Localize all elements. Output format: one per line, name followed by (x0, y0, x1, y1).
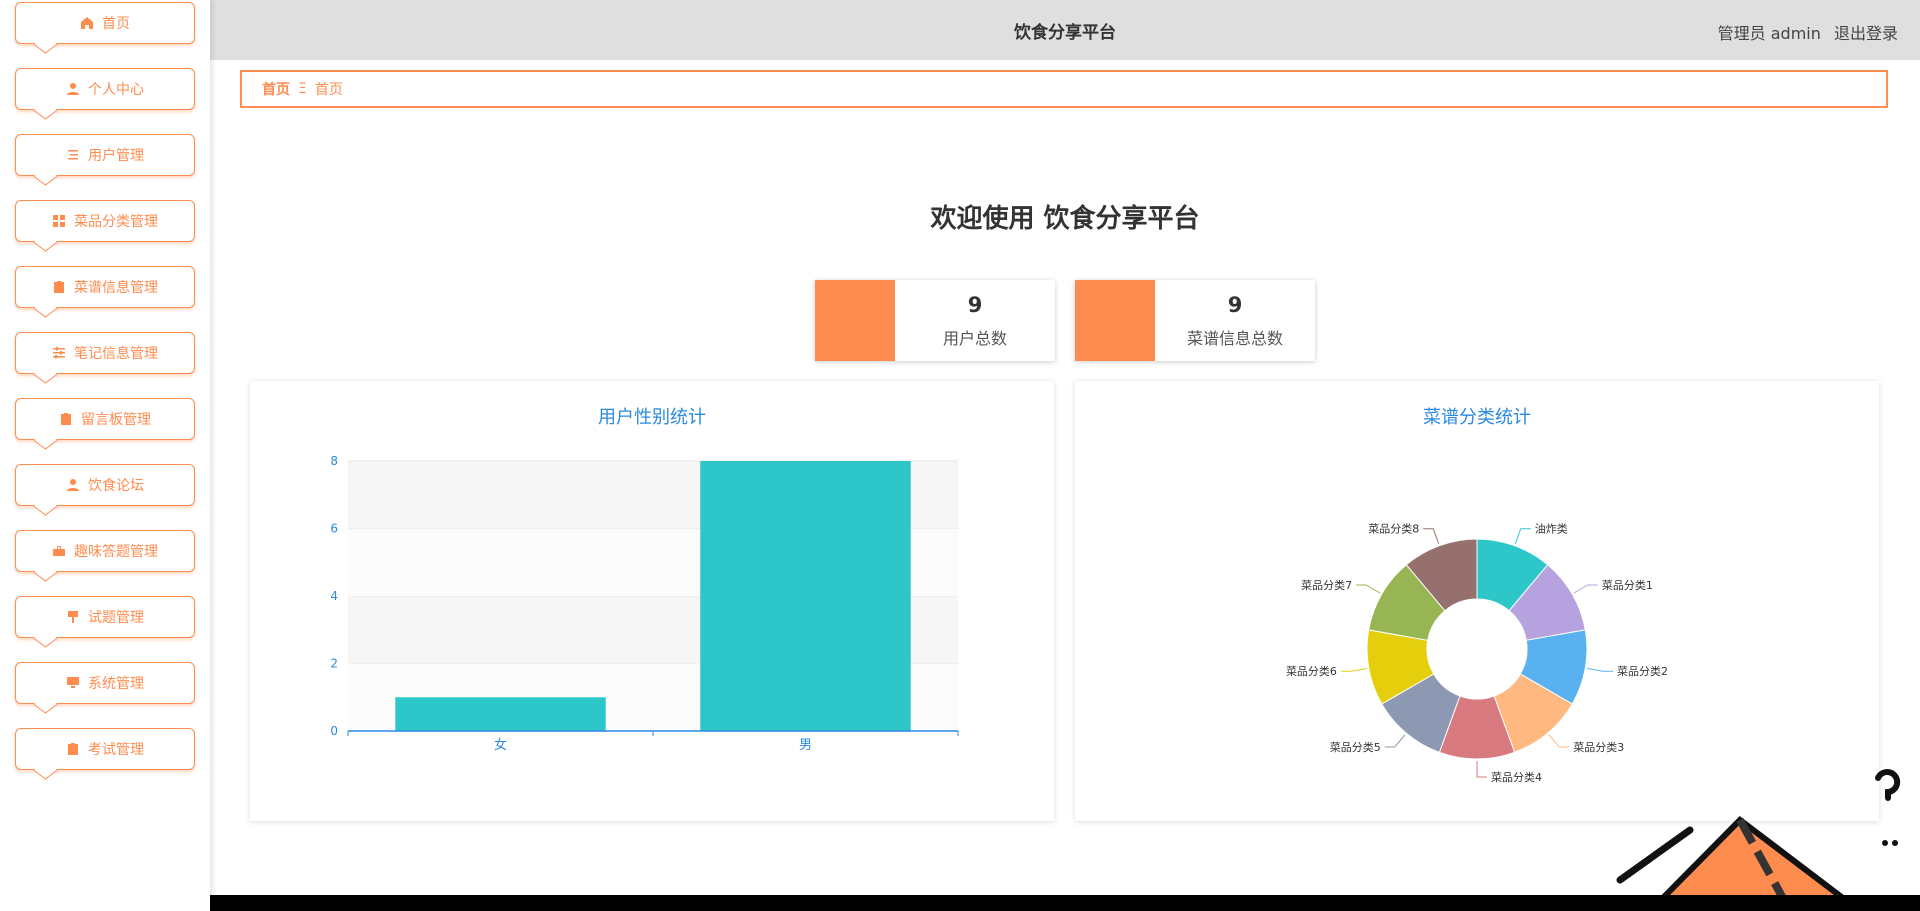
clipboard-check-icon (52, 280, 66, 294)
sidebar-item-label: 个人中心 (88, 82, 144, 98)
list-icon (66, 148, 80, 162)
y-tick-label: 4 (330, 589, 338, 603)
stat-swatch (815, 280, 895, 361)
breadcrumb: 首页 Ξ 首页 (240, 70, 1888, 108)
category-chart-panel: 菜谱分类统计 油炸类 菜品分类1 菜品分类2 菜品分类3 菜品分类4 菜品分类5 菜品分类6… (1075, 381, 1879, 821)
sidebar-item-9[interactable]: 趣味答题管理 (15, 530, 195, 572)
bar-1 (700, 461, 911, 731)
logout-button[interactable]: 退出登录 (1834, 24, 1898, 43)
slice-label: 菜品分类6 (1286, 664, 1337, 678)
stat-card-users: 9 用户总数 (815, 280, 1055, 361)
clipboard-x-icon (66, 742, 80, 756)
stat-card-recipes: 9 菜谱信息总数 (1075, 280, 1315, 361)
user-icon (66, 478, 80, 492)
sidebar-item-label: 首页 (102, 16, 130, 32)
stat-label: 菜谱信息总数 (1186, 328, 1283, 348)
sidebar-item-11[interactable]: 系统管理 (15, 662, 195, 704)
y-tick-label: 8 (330, 454, 338, 468)
label-line (1548, 734, 1570, 748)
bar-0 (395, 697, 606, 731)
top-header: 饮食分享平台 管理员 admin 退出登录 (210, 0, 1920, 60)
clipboard-icon (59, 412, 73, 426)
breadcrumb-separator: Ξ (298, 81, 307, 97)
sidebar-item-label: 饮食论坛 (88, 478, 144, 494)
sidebar-item-label: 考试管理 (88, 742, 144, 758)
sidebar-item-label: 菜谱信息管理 (74, 280, 158, 296)
app-title: 饮食分享平台 (1014, 22, 1116, 43)
y-tick-label: 6 (330, 522, 338, 536)
stat-label: 用户总数 (942, 328, 1007, 348)
sidebar-item-8[interactable]: 饮食论坛 (15, 464, 195, 506)
slice-label: 菜品分类5 (1330, 740, 1381, 754)
sidebar-item-2[interactable]: 个人中心 (15, 68, 195, 110)
slice-label: 菜品分类2 (1617, 664, 1668, 678)
sidebar-item-label: 试题管理 (88, 610, 144, 626)
sidebar-item-1[interactable]: 首页 (15, 2, 195, 44)
sidebar-item-4[interactable]: 菜品分类管理 (15, 200, 195, 242)
gender-chart-panel: 用户性别统计 02468女男 (250, 381, 1054, 821)
brush-icon (66, 610, 80, 624)
stat-value: 9 (1227, 292, 1243, 317)
sidebar-item-label: 菜品分类管理 (74, 214, 158, 230)
sidebar-item-6[interactable]: 笔记信息管理 (15, 332, 195, 374)
monitor-icon (66, 676, 80, 690)
sidebar-item-3[interactable]: 用户管理 (15, 134, 195, 176)
breadcrumb-current: 首页 (314, 82, 343, 98)
slice-label: 菜品分类8 (1368, 522, 1419, 536)
slice-label: 菜品分类3 (1573, 740, 1624, 754)
sidebar-item-7[interactable]: 留言板管理 (15, 398, 195, 440)
category-pie-chart: 油炸类菜品分类1 菜品分类2 菜品分类3 菜品分类4 菜品分类5 菜品分类6 菜品分类7 菜品… (1286, 522, 1668, 784)
y-tick-label: 0 (330, 724, 338, 738)
home-icon (80, 16, 94, 30)
user-area: 管理员 admin 退出登录 (1710, 20, 1898, 44)
bottom-bar (210, 895, 1920, 911)
sidebar: 首页个人中心用户管理菜品分类管理 菜谱信息管理 笔记信息管理 留言板管理饮食论坛趣味答… (0, 0, 210, 911)
label-line (1340, 667, 1367, 672)
slice-label: 油炸类 (1535, 522, 1568, 536)
decorative-illustration (1616, 769, 1901, 911)
slice-label: 菜品分类7 (1301, 578, 1352, 592)
slice-label: 菜品分类1 (1602, 578, 1653, 592)
x-tick-label: 女 (494, 737, 507, 753)
stat-value: 9 (967, 292, 983, 317)
grid-icon (52, 214, 66, 228)
sidebar-item-12[interactable]: 考试管理 (15, 728, 195, 770)
stat-swatch (1075, 280, 1155, 361)
slice-label: 菜品分类4 (1491, 770, 1542, 784)
label-line (1423, 528, 1440, 544)
gender-bar-chart: 0 2 4 6 8 女 男 (330, 454, 959, 753)
welcome-heading: 欢迎使用 饮食分享平台 (930, 204, 1200, 234)
user-icon (66, 82, 80, 96)
sidebar-item-label: 趣味答题管理 (74, 544, 158, 560)
briefcase-icon (52, 544, 66, 558)
user-role: 管理员 admin (1717, 24, 1821, 43)
label-line (1573, 584, 1598, 594)
x-tick-label: 男 (799, 738, 812, 753)
breadcrumb-home[interactable]: 首页 (262, 79, 290, 99)
sidebar-item-label: 系统管理 (88, 676, 144, 692)
sidebar-item-label: 用户管理 (88, 148, 144, 164)
sidebar-item-label: 留言板管理 (81, 412, 151, 428)
label-line (1514, 528, 1531, 544)
sliders-icon (52, 346, 66, 360)
sidebar-item-10[interactable]: 试题管理 (15, 596, 195, 638)
y-tick-label: 2 (330, 657, 338, 671)
label-line (1384, 734, 1406, 748)
sidebar-item-label: 笔记信息管理 (74, 346, 158, 362)
label-line (1587, 667, 1614, 672)
sidebar-item-5[interactable]: 菜谱信息管理 (15, 266, 195, 308)
label-line (1356, 584, 1381, 594)
label-line (1476, 761, 1487, 778)
